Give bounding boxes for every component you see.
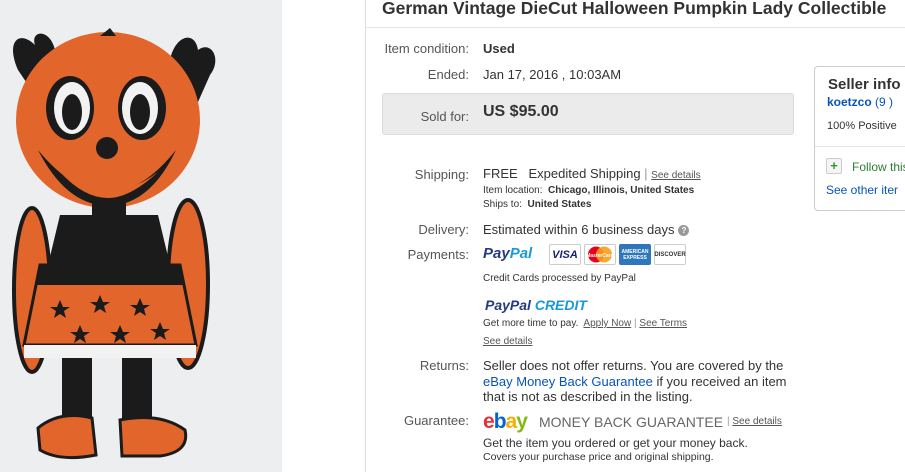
ended-label: Ended:: [427, 67, 469, 82]
follow-plus-icon[interactable]: +: [826, 158, 842, 174]
shipping-cost: FREE: [483, 166, 518, 181]
discover-icon: DISCOVER: [654, 244, 686, 265]
ebay-logo-letter-a: a: [505, 410, 518, 433]
follow-seller-link[interactable]: Follow this: [852, 160, 905, 174]
paypal-credit-part-2: CREDIT: [530, 297, 587, 313]
listing-title: German Vintage DieCut Halloween Pumpkin …: [382, 0, 887, 18]
seller-info-title: Seller info: [828, 76, 901, 93]
guarantee-see-details-link[interactable]: See details: [732, 416, 781, 427]
returns-label: Returns:: [419, 358, 469, 373]
pumpkin-lady-image: [12, 28, 216, 460]
payments-note: Credit Cards processed by PayPal: [483, 273, 636, 284]
apply-now-link[interactable]: Apply Now: [583, 318, 631, 329]
returns-line-2: eBay Money Back Guarantee if you receive…: [483, 374, 787, 389]
guarantee-line-1: Get the item you ordered or get your mon…: [483, 436, 748, 450]
visa-icon: VISA: [549, 244, 581, 265]
more-time-text: Get more time to pay.: [483, 318, 579, 329]
guarantee-label: Guarantee:: [403, 413, 469, 428]
condition-value: Used: [483, 41, 515, 56]
ended-value: Jan 17, 2016 , 10:03AM: [483, 67, 622, 82]
item-location-value: Chicago, Illinois, United States: [548, 185, 695, 196]
paypal-credit-part-1: PayPal: [485, 297, 531, 313]
ships-to: Ships to: United States: [483, 199, 591, 210]
returns-line-3: that is not as described in the listing.: [483, 389, 693, 404]
help-icon[interactable]: ?: [678, 225, 690, 237]
condition-label: Item condition:: [384, 41, 469, 56]
feedback-score-link[interactable]: (9 ): [875, 95, 893, 109]
see-other-items-link[interactable]: See other iter: [826, 183, 898, 197]
money-back-guarantee-text: MONEY BACK GUARANTEE: [539, 414, 724, 430]
ebay-logo-letter-y: y: [516, 410, 528, 433]
sold-label: Sold for:: [420, 109, 469, 124]
guarantee-details: | See details: [727, 416, 782, 427]
paypal-credit-logo: PayPal CREDIT: [485, 297, 587, 313]
amex-icon: AMERICAN EXPRESS: [619, 244, 651, 265]
ebay-logo-letter-b: b: [493, 410, 507, 433]
ships-to-label: Ships to:: [483, 199, 522, 210]
delivery-label: Delivery:: [418, 222, 469, 237]
sold-price: US $95.00: [483, 103, 559, 120]
credit-row: Get more time to pay. Apply Now | See Te…: [483, 318, 688, 329]
item-location-label: Item location:: [483, 185, 543, 196]
seller-name-link[interactable]: koetzco: [827, 95, 872, 109]
mastercard-text: MasterCard: [586, 253, 614, 259]
item-location: Item location: Chicago, Illinois, United…: [483, 185, 694, 196]
see-terms-link[interactable]: See Terms: [639, 318, 687, 329]
ebay-logo: ebay: [483, 410, 528, 434]
product-photo[interactable]: [0, 0, 282, 472]
delivery-value: Estimated within 6 business days: [483, 222, 675, 237]
seller-positive: 100% Positive: [827, 120, 897, 132]
guarantee-line-2: Covers your purchase price and original …: [483, 451, 714, 463]
returns-line-2-rest: if you received an item: [652, 374, 787, 389]
money-back-guarantee-link[interactable]: eBay Money Back Guarantee: [483, 374, 653, 389]
shipping-method: Expedited Shipping: [528, 166, 641, 181]
mastercard-icon: MasterCard: [584, 244, 616, 265]
shipping-row: FREE Expedited Shipping | See details: [483, 166, 701, 181]
payments-see-details-link[interactable]: See details: [483, 336, 532, 347]
returns-line-1: Seller does not offer returns. You are c…: [483, 358, 784, 373]
payments-label: Payments:: [407, 247, 469, 262]
paypal-logo-part-2: Pal: [509, 245, 533, 262]
seller-row: koetzco (9 ): [827, 95, 893, 109]
ships-to-value: United States: [527, 199, 592, 210]
paypal-logo: PayPal: [483, 245, 532, 262]
shipping-see-details-link[interactable]: See details: [651, 170, 700, 181]
seller-divider: [815, 146, 905, 147]
column-divider: [365, 0, 366, 472]
shipping-label: Shipping:: [414, 167, 469, 182]
ebay-logo-letter-e: e: [483, 410, 495, 433]
paypal-logo-part-1: Pay: [483, 245, 510, 262]
delivery-row: Estimated within 6 business days?: [483, 222, 690, 237]
title-divider: [366, 27, 905, 28]
